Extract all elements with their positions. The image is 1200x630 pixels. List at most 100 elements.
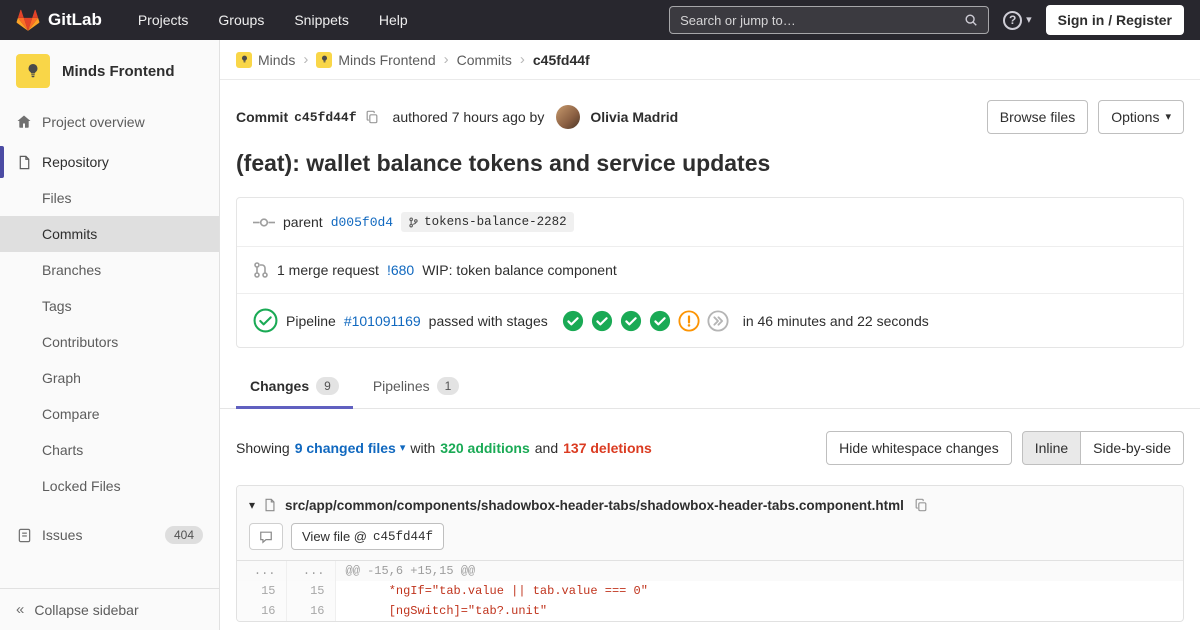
sidebar-item-locked-files[interactable]: Locked Files (0, 468, 219, 504)
breadcrumb-commits[interactable]: Commits (457, 52, 512, 68)
issues-icon (16, 528, 32, 543)
branch-badge[interactable]: tokens-balance-2282 (401, 212, 574, 232)
sidebar-item-contributors[interactable]: Contributors (0, 324, 219, 360)
view-file-label: View file @ (302, 529, 367, 544)
chevron-down-icon: ▾ (399, 441, 406, 454)
diff-table: ...... @@ -15,6 +15,15 @@ 15 15 *ngIf="tab.… (237, 561, 1183, 621)
pipelines-count-badge: 1 (436, 377, 460, 395)
nav-item-help[interactable]: Help (367, 6, 420, 34)
navbar-right: ? ▾ Sign in / Register (669, 5, 1184, 35)
diff-code: [ngSwitch]="tab?.unit" (345, 604, 548, 618)
project-context[interactable]: Minds Frontend (0, 40, 219, 100)
old-line-number[interactable]: ... (237, 561, 287, 581)
pipeline-link[interactable]: #101091169 (344, 313, 421, 329)
sidebar-item-repository[interactable]: Repository (0, 144, 219, 180)
sidebar-item-label: Issues (42, 527, 83, 543)
pipeline-stage-success-icon[interactable] (649, 310, 671, 332)
breadcrumb-label: Minds (258, 51, 296, 68)
branch-name: tokens-balance-2282 (424, 215, 567, 229)
breadcrumb: Minds › Minds Frontend › Commits › c45fd… (220, 40, 1200, 80)
new-line-number[interactable]: 16 (286, 601, 336, 621)
breadcrumb-label: Minds Frontend (338, 51, 436, 68)
tab-pipelines[interactable]: Pipelines 1 (359, 364, 474, 408)
help-menu[interactable]: ? ▾ (1003, 10, 1032, 30)
inline-view-button[interactable]: Inline (1021, 431, 1082, 465)
nav-item-projects[interactable]: Projects (126, 6, 201, 34)
commit-tabs: Changes 9 Pipelines 1 (220, 358, 1200, 409)
main-content: Minds › Minds Frontend › Commits › c45fd… (220, 40, 1200, 630)
pipeline-stage-warning-icon[interactable] (678, 309, 700, 332)
sidebar-item-branches[interactable]: Branches (0, 252, 219, 288)
pipeline-stage-success-icon[interactable] (591, 310, 613, 332)
browse-files-button[interactable]: Browse files (986, 100, 1089, 134)
branch-icon (408, 217, 419, 228)
comment-button[interactable] (249, 523, 283, 550)
help-icon: ? (1003, 10, 1023, 30)
sidebar-item-tags[interactable]: Tags (0, 288, 219, 324)
double-chevron-left-icon: « (16, 601, 25, 618)
diff-file-header: ▾ src/app/common/components/shadowbox-he… (237, 486, 1183, 561)
collapse-diff-caret-icon[interactable]: ▾ (249, 498, 255, 512)
brand-name: GitLab (48, 10, 102, 29)
author-name[interactable]: Olivia Madrid (590, 109, 678, 125)
file-path[interactable]: src/app/common/components/shadowbox-head… (285, 498, 904, 513)
additions-count: 320 additions (440, 440, 530, 456)
diff-summary: Showing 9 changed files ▾ with 320 addit… (236, 440, 652, 456)
hide-whitespace-button[interactable]: Hide whitespace changes (826, 431, 1012, 465)
pipeline-status-success-icon[interactable] (253, 308, 278, 333)
breadcrumb-label: Commits (456, 51, 512, 68)
sidebar-item-commits[interactable]: Commits (0, 216, 219, 252)
pipeline-status-text: passed with stages (428, 312, 548, 329)
sidebar-item-graph[interactable]: Graph (0, 360, 219, 396)
pipeline-stage-success-icon[interactable] (620, 310, 642, 332)
search-input[interactable] (680, 12, 965, 28)
pipeline-duration: in 46 minutes and 22 seconds (742, 312, 929, 329)
tab-label: Changes (250, 378, 310, 394)
commit-title: (feat): wallet balance tokens and servic… (236, 150, 771, 176)
breadcrumb-group[interactable]: Minds (236, 51, 296, 68)
tab-changes[interactable]: Changes 9 (236, 364, 353, 409)
chevron-down-icon: ▾ (1165, 110, 1171, 123)
merge-request-link[interactable]: !680 (387, 262, 414, 278)
search-box[interactable] (669, 6, 990, 34)
gitlab-home-link[interactable]: GitLab (16, 9, 102, 32)
copy-path-button[interactable] (912, 496, 930, 514)
parent-label: parent (283, 214, 323, 230)
parent-sha-link[interactable]: d005f0d4 (331, 215, 393, 230)
sidebar-item-compare[interactable]: Compare (0, 396, 219, 432)
breadcrumb-label: c45fd44f (532, 51, 590, 68)
copy-sha-button[interactable] (363, 108, 381, 126)
breadcrumb-project[interactable]: Minds Frontend (316, 51, 436, 68)
and-label: and (534, 440, 559, 456)
breadcrumb-separator: › (443, 51, 449, 68)
home-icon (16, 114, 32, 130)
changed-files-dropdown[interactable]: 9 changed files ▾ (295, 440, 406, 456)
author-avatar[interactable] (556, 105, 581, 129)
sidebar-item-issues[interactable]: Issues 404 (0, 516, 219, 554)
sidebar-item-charts[interactable]: Charts (0, 432, 219, 468)
view-file-button[interactable]: View file @ c45fd44f (291, 523, 444, 550)
old-line-number[interactable]: 16 (237, 601, 287, 621)
collapse-sidebar-button[interactable]: « Collapse sidebar (0, 588, 219, 630)
pipeline-stage-skipped-icon[interactable] (707, 309, 729, 332)
old-line-number[interactable]: 15 (237, 581, 287, 601)
search-icon (964, 13, 978, 27)
pipeline-row: Pipeline #101091169 passed with stages i… (237, 293, 1183, 347)
sign-in-button[interactable]: Sign in / Register (1045, 5, 1184, 35)
sidebar-item-project-overview[interactable]: Project overview (0, 104, 219, 140)
new-line-number[interactable]: ... (286, 561, 336, 581)
nav-item-groups[interactable]: Groups (206, 6, 276, 34)
options-dropdown[interactable]: Options ▾ (1098, 100, 1184, 134)
sidebar-item-files[interactable]: Files (0, 180, 219, 216)
pipeline-prefix: Pipeline (286, 312, 336, 329)
breadcrumb-separator: › (519, 51, 525, 68)
nav-item-snippets[interactable]: Snippets (282, 6, 360, 34)
diff-code: *ngIf="tab.value || tab.value === 0" (345, 584, 648, 598)
pipeline-stage-success-icon[interactable] (562, 310, 584, 332)
diff-line: ...... @@ -15,6 +15,15 @@ (237, 561, 1183, 581)
breadcrumb-current-sha: c45fd44f (533, 52, 590, 68)
new-line-number[interactable]: 15 (286, 581, 336, 601)
parent-row: parent d005f0d4 tokens-balance-2282 (237, 198, 1183, 246)
side-by-side-view-button[interactable]: Side-by-side (1080, 431, 1184, 465)
options-label: Options (1111, 109, 1160, 125)
